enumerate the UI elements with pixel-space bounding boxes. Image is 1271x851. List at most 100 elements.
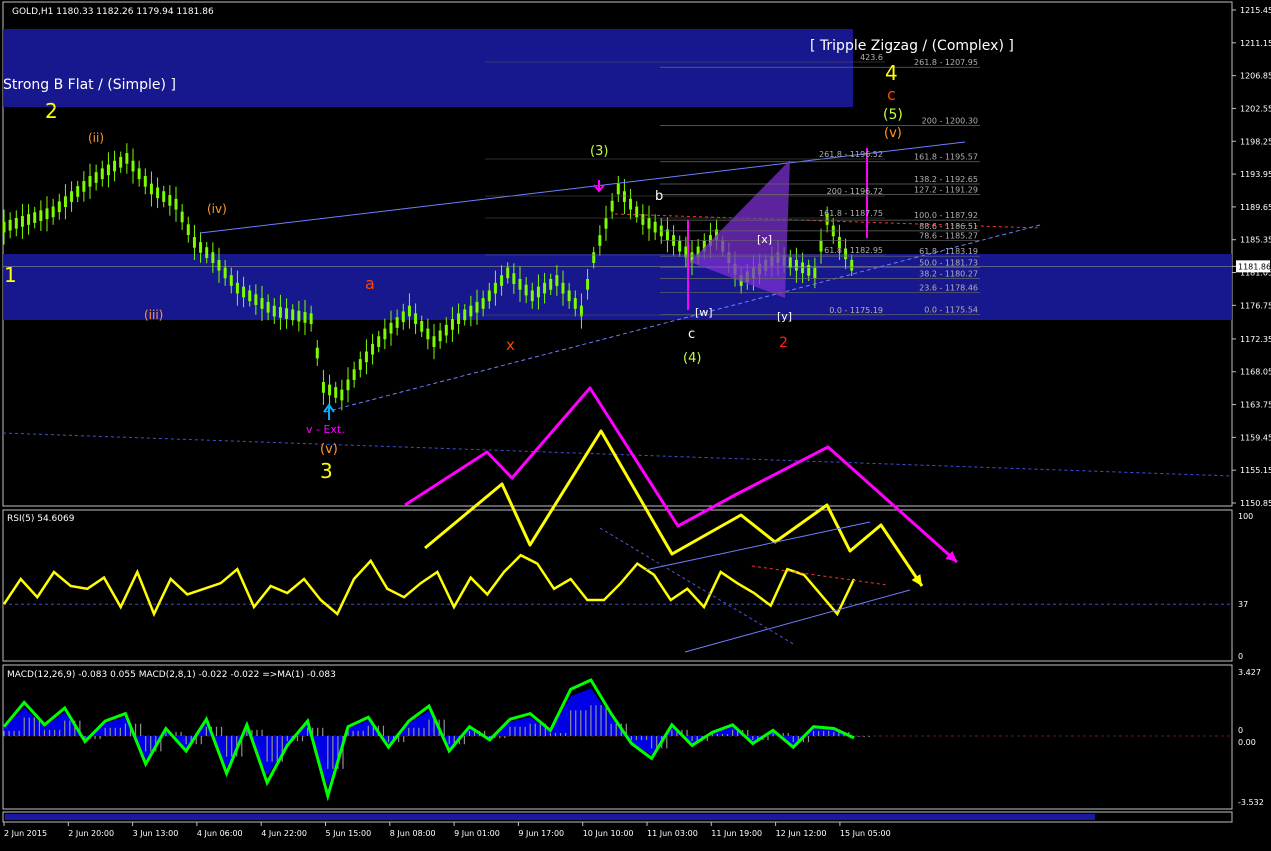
candle-body — [119, 156, 123, 168]
candle-body — [291, 309, 295, 321]
candle-body — [457, 313, 461, 325]
price-y-tick-label: 1172.35 — [1240, 335, 1271, 344]
candle-body — [229, 275, 233, 286]
scrollbar-thumb — [5, 814, 1095, 820]
candle-body — [2, 221, 6, 233]
price-y-tick-label: 1155.15 — [1240, 466, 1271, 475]
candle-body — [481, 298, 485, 309]
rsi-y-tick-label: 37 — [1238, 600, 1248, 609]
wave-label: 2 — [45, 99, 58, 123]
price-y-tick-label: 1150.85 — [1240, 499, 1271, 508]
fib-label-right: 261.8 - 1207.95 — [914, 58, 978, 67]
candle-body — [444, 324, 448, 336]
candle-body — [420, 320, 424, 332]
candle-body — [604, 217, 608, 229]
wave-label: [y] — [777, 310, 792, 323]
candle-body — [45, 208, 49, 220]
fib-label-right: 78.6 - 1185.27 — [919, 231, 978, 240]
candle-body — [113, 160, 117, 172]
fib-label-right: 0.0 - 1175.54 — [924, 306, 978, 315]
wave-label: [x] — [757, 233, 772, 246]
fib-label-right: 100.0 - 1187.92 — [914, 211, 978, 220]
candle-body — [205, 247, 209, 258]
macd-y-tick-label: 0.00 — [1238, 738, 1256, 747]
wave-label: x — [506, 336, 515, 354]
fib-label-left: 261.8 - 1196.52 — [819, 150, 883, 159]
macd-y-tick-label: 0 — [1238, 726, 1243, 735]
chart-stage: 261.8 - 1207.95 200 - 1200.30 161.8 - 1195… — [0, 0, 1271, 847]
mid-band — [3, 254, 1232, 320]
candle-body — [586, 279, 590, 290]
candle-body — [174, 198, 178, 210]
wave-label: (v) — [320, 442, 338, 457]
candle-body — [82, 181, 86, 192]
candle-body — [549, 279, 553, 290]
wave-label: 4 — [885, 61, 898, 85]
rsi-y-tick-label: 100 — [1238, 512, 1253, 521]
x-tick-label: 10 Jun 10:00 — [583, 829, 634, 838]
fib-label-right: 61.8 - 1183.19 — [919, 247, 978, 256]
symbol-header: GOLD,H1 1180.33 1182.26 1179.94 1181.86 — [12, 7, 214, 17]
price-y-tick-label: 1193.95 — [1240, 170, 1271, 179]
wave-label: 3 — [320, 459, 333, 483]
candle-body — [543, 282, 547, 294]
candle-body — [352, 369, 356, 381]
candle-body — [573, 298, 577, 309]
candle-body — [629, 198, 633, 210]
candle-body — [432, 336, 436, 347]
candle-body — [88, 175, 92, 187]
candle-body — [162, 191, 166, 202]
rsi-header: RSI(5) 54.6069 — [7, 514, 75, 524]
candle-body — [414, 313, 418, 325]
wave-label: c — [688, 327, 695, 342]
x-tick-label: 11 Jun 03:00 — [647, 829, 698, 838]
price-y-tick-label: 1163.75 — [1240, 401, 1271, 410]
wave-label: (iii) — [144, 308, 163, 322]
candle-body — [8, 219, 12, 231]
candle-body — [801, 262, 805, 274]
price-y-tick-label: 1198.25 — [1240, 137, 1271, 146]
price-y-tick-label: 1215.45 — [1240, 6, 1271, 15]
fib-label-left: 423.6 — [860, 53, 883, 62]
candle-body — [27, 214, 31, 225]
fib-label-right: 127.2 - 1191.29 — [914, 185, 978, 194]
candle-body — [493, 282, 497, 294]
candle-body — [598, 235, 602, 246]
candle-body — [635, 206, 639, 218]
candle-body — [616, 183, 620, 195]
candle-body — [407, 305, 411, 317]
candle-body — [506, 267, 510, 279]
candle-body — [610, 200, 614, 212]
fib-label-right: 161.8 - 1195.57 — [914, 153, 978, 162]
x-tick-label: 12 Jun 12:00 — [776, 829, 827, 838]
candle-body — [383, 328, 387, 340]
candle-body — [328, 384, 332, 396]
wave-label: b — [655, 189, 663, 204]
fib-label-left: 200 - 1196.72 — [827, 187, 883, 196]
candle-body — [788, 257, 792, 269]
candle-body — [242, 286, 246, 298]
current-price-tag-label: 1181.86 — [1238, 262, 1271, 271]
candle-body — [309, 313, 313, 325]
candle-body — [100, 168, 104, 180]
candle-body — [20, 216, 24, 227]
candle-body — [106, 164, 110, 176]
fib-label-right: 88.6 - 1186.51 — [919, 222, 978, 231]
macd-y-tick-label: -3.532 — [1238, 798, 1264, 807]
price-y-tick-label: 1189.65 — [1240, 203, 1271, 212]
candle-body — [850, 259, 854, 271]
wave-label: a — [365, 274, 375, 293]
mt4-chart-svg: 261.8 - 1207.95 200 - 1200.30 161.8 - 1195… — [2, 1, 1271, 838]
candle-body — [438, 330, 442, 342]
wave-label: (3) — [590, 144, 608, 159]
candle-body — [794, 259, 798, 271]
price-y-tick-label: 1176.75 — [1240, 301, 1271, 310]
candle-body — [653, 221, 657, 233]
x-tick-label: 3 Jun 13:00 — [133, 829, 179, 838]
x-tick-label: 2 Jun 20:00 — [68, 829, 114, 838]
wave-label: v - Ext. — [306, 423, 345, 436]
candle-body — [340, 389, 344, 401]
price-y-tick-label: 1206.85 — [1240, 72, 1271, 81]
candle-body — [346, 379, 350, 391]
candle-body — [180, 211, 184, 223]
